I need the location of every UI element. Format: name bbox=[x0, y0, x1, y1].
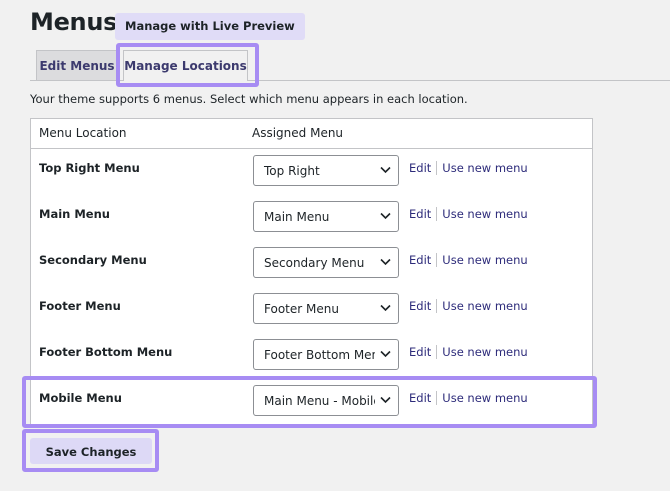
live-preview-button[interactable]: Manage with Live Preview bbox=[115, 13, 305, 40]
selected-menu-value: Footer Menu bbox=[264, 302, 339, 316]
chevron-down-icon bbox=[375, 340, 395, 369]
edit-menu-link[interactable]: Edit bbox=[409, 345, 431, 359]
table-header: Menu Location Assigned Menu bbox=[31, 119, 592, 149]
link-divider bbox=[436, 391, 438, 405]
row-actions: Edit Use new menu bbox=[409, 299, 528, 313]
edit-menu-link[interactable]: Edit bbox=[409, 391, 431, 405]
assigned-menu-select[interactable]: Top Right bbox=[253, 155, 399, 186]
link-divider bbox=[436, 299, 438, 313]
link-divider bbox=[436, 253, 438, 267]
tab-edit-menus[interactable]: Edit Menus bbox=[36, 50, 118, 80]
link-divider bbox=[436, 207, 438, 221]
table-row: Top Right Menu Top Right Edit Use new menu bbox=[31, 155, 592, 201]
chevron-down-icon bbox=[375, 248, 395, 277]
tab-manage-locations[interactable]: Manage Locations bbox=[123, 50, 248, 81]
link-divider bbox=[436, 161, 438, 175]
selected-menu-value: Main Menu bbox=[264, 210, 330, 224]
selected-menu-value: Footer Bottom Menu bbox=[264, 348, 387, 362]
assigned-menu-select[interactable]: Main Menu bbox=[253, 201, 399, 232]
menu-location-label: Footer Menu bbox=[39, 299, 121, 313]
page-title: Menus bbox=[30, 8, 118, 36]
table-row: Footer Menu Footer Menu Edit Use new menu bbox=[31, 293, 592, 339]
selected-menu-value: Secondary Menu bbox=[264, 256, 365, 270]
row-actions: Edit Use new menu bbox=[409, 253, 528, 267]
save-changes-button[interactable]: Save Changes bbox=[30, 438, 152, 464]
assigned-menu-select[interactable]: Footer Menu bbox=[253, 293, 399, 324]
row-actions: Edit Use new menu bbox=[409, 345, 528, 359]
selected-menu-value: Top Right bbox=[264, 164, 320, 178]
chevron-down-icon bbox=[375, 202, 395, 231]
header-menu-location: Menu Location bbox=[39, 126, 127, 140]
menu-location-label: Main Menu bbox=[39, 207, 110, 221]
use-new-menu-link[interactable]: Use new menu bbox=[442, 345, 527, 359]
chevron-down-icon bbox=[375, 156, 395, 185]
chevron-down-icon bbox=[375, 386, 395, 415]
menu-location-label: Secondary Menu bbox=[39, 253, 147, 267]
table-row: Mobile Menu Main Menu - Mobile Edit Use new… bbox=[31, 385, 592, 431]
menu-location-label: Top Right Menu bbox=[39, 161, 140, 175]
row-actions: Edit Use new menu bbox=[409, 391, 528, 405]
use-new-menu-link[interactable]: Use new menu bbox=[442, 253, 527, 267]
assigned-menu-select[interactable]: Footer Bottom Menu bbox=[253, 339, 399, 370]
selected-menu-value: Main Menu - Mobile bbox=[264, 394, 381, 408]
link-divider bbox=[436, 345, 438, 359]
use-new-menu-link[interactable]: Use new menu bbox=[442, 391, 527, 405]
menus-page: Menus Manage with Live Preview Edit Menu… bbox=[0, 0, 670, 491]
row-actions: Edit Use new menu bbox=[409, 207, 528, 221]
table-row: Footer Bottom Menu Footer Bottom Menu Edit… bbox=[31, 339, 592, 385]
assigned-menu-select[interactable]: Secondary Menu bbox=[253, 247, 399, 278]
header-assigned-menu: Assigned Menu bbox=[252, 126, 344, 140]
edit-menu-link[interactable]: Edit bbox=[409, 207, 431, 221]
assigned-menu-select[interactable]: Main Menu - Mobile bbox=[253, 385, 399, 416]
edit-menu-link[interactable]: Edit bbox=[409, 253, 431, 267]
table-row: Secondary Menu Secondary Menu Edit Use new … bbox=[31, 247, 592, 293]
row-actions: Edit Use new menu bbox=[409, 161, 528, 175]
use-new-menu-link[interactable]: Use new menu bbox=[442, 161, 527, 175]
chevron-down-icon bbox=[375, 294, 395, 323]
menu-location-label: Mobile Menu bbox=[39, 391, 122, 405]
use-new-menu-link[interactable]: Use new menu bbox=[442, 207, 527, 221]
menu-location-label: Footer Bottom Menu bbox=[39, 345, 173, 359]
intro-text: Your theme supports 6 menus. Select whic… bbox=[30, 92, 468, 106]
menu-locations-table: Menu Location Assigned Menu Top Right Me… bbox=[30, 118, 593, 426]
use-new-menu-link[interactable]: Use new menu bbox=[442, 299, 527, 313]
edit-menu-link[interactable]: Edit bbox=[409, 161, 431, 175]
edit-menu-link[interactable]: Edit bbox=[409, 299, 431, 313]
table-row: Main Menu Main Menu Edit Use new menu bbox=[31, 201, 592, 247]
